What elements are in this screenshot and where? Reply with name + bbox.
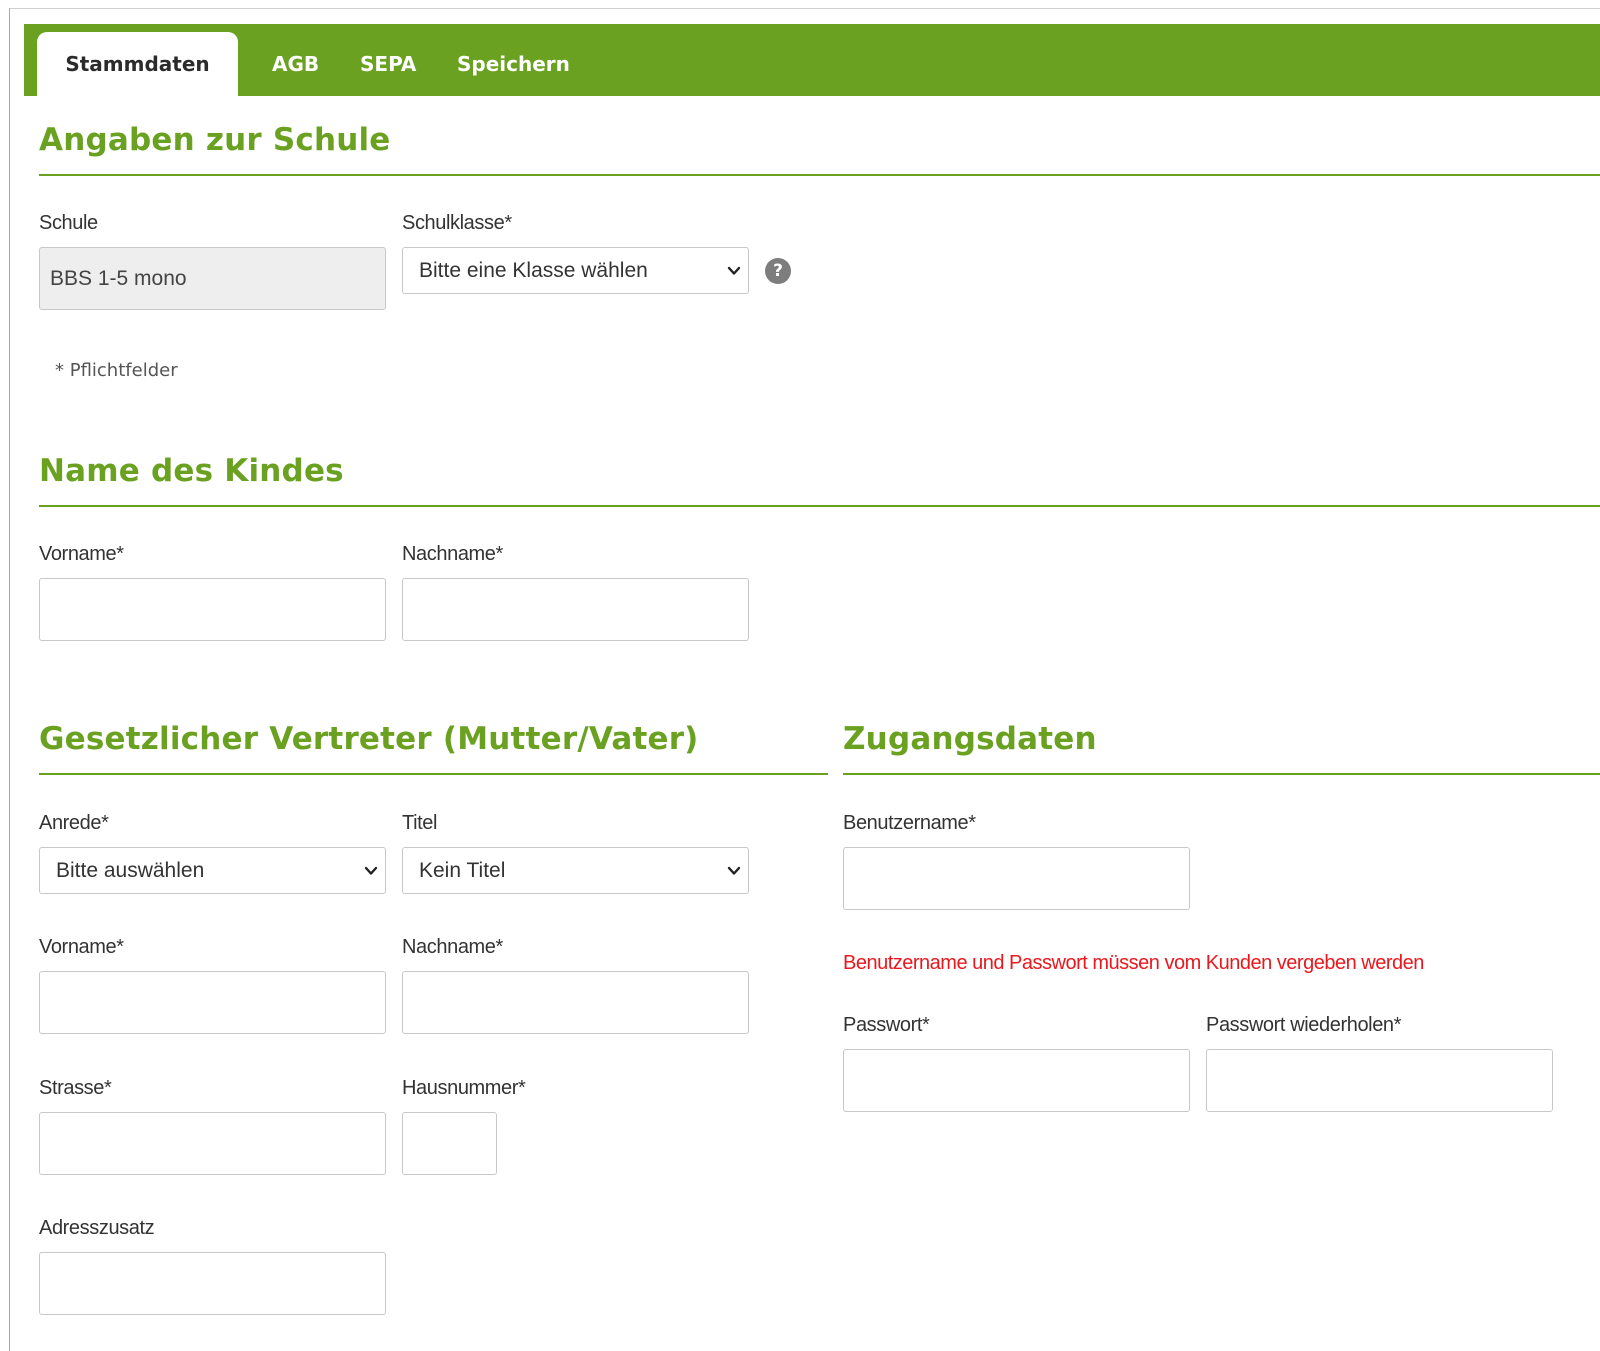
chevron-down-icon bbox=[727, 866, 741, 875]
benutzername-label: Benutzername* bbox=[843, 812, 976, 834]
strasse-input[interactable] bbox=[39, 1112, 386, 1175]
section-divider-schule bbox=[39, 174, 1600, 176]
section-title-zugang: Zugangsdaten bbox=[843, 721, 1097, 757]
tab-stammdaten[interactable]: Stammdaten bbox=[37, 32, 238, 96]
tab-agb[interactable]: AGB bbox=[272, 24, 319, 96]
chevron-down-icon bbox=[727, 266, 741, 275]
schulklasse-select[interactable]: Bitte eine Klasse wählen bbox=[402, 247, 749, 294]
anrede-label: Anrede* bbox=[39, 812, 109, 834]
tab-bar: Stammdaten AGB SEPA Speichern bbox=[24, 24, 1600, 96]
anrede-select[interactable]: Bitte auswählen bbox=[39, 847, 386, 894]
section-divider-zugang bbox=[843, 773, 1600, 775]
section-divider-vertreter bbox=[39, 773, 828, 775]
schulklasse-label: Schulklasse* bbox=[402, 212, 512, 234]
required-fields-note: * Pflichtfelder bbox=[55, 360, 178, 381]
titel-label: Titel bbox=[402, 812, 438, 834]
schule-value: BBS 1-5 mono bbox=[50, 267, 187, 290]
kind-nachname-input[interactable] bbox=[402, 578, 749, 641]
vertreter-nachname-input[interactable] bbox=[402, 971, 749, 1034]
hausnummer-input[interactable] bbox=[402, 1112, 497, 1175]
vertreter-nachname-label: Nachname* bbox=[402, 936, 503, 958]
kind-vorname-label: Vorname* bbox=[39, 543, 124, 565]
section-divider-kind bbox=[39, 505, 1600, 507]
section-title-kind: Name des Kindes bbox=[39, 453, 344, 489]
titel-select[interactable]: Kein Titel bbox=[402, 847, 749, 894]
adresszusatz-label: Adresszusatz bbox=[39, 1217, 155, 1239]
credentials-warning: Benutzername und Passwort müssen vom Kun… bbox=[843, 952, 1424, 974]
chevron-down-icon bbox=[364, 866, 378, 875]
schule-label: Schule bbox=[39, 212, 98, 234]
tab-speichern[interactable]: Speichern bbox=[457, 24, 570, 96]
passwort-input[interactable] bbox=[843, 1049, 1190, 1112]
vertreter-vorname-label: Vorname* bbox=[39, 936, 124, 958]
schule-field: BBS 1-5 mono bbox=[39, 247, 386, 310]
section-title-schule: Angaben zur Schule bbox=[39, 122, 391, 158]
kind-nachname-label: Nachname* bbox=[402, 543, 503, 565]
benutzername-input[interactable] bbox=[843, 847, 1190, 910]
section-title-vertreter: Gesetzlicher Vertreter (Mutter/Vater) bbox=[39, 721, 699, 757]
tab-sepa[interactable]: SEPA bbox=[360, 24, 416, 96]
titel-selected-value: Kein Titel bbox=[419, 859, 506, 882]
vertreter-vorname-input[interactable] bbox=[39, 971, 386, 1034]
passwort-label: Passwort* bbox=[843, 1014, 930, 1036]
strasse-label: Strasse* bbox=[39, 1077, 112, 1099]
hausnummer-label: Hausnummer* bbox=[402, 1077, 526, 1099]
adresszusatz-input[interactable] bbox=[39, 1252, 386, 1315]
kind-vorname-input[interactable] bbox=[39, 578, 386, 641]
passwort-repeat-label: Passwort wiederholen* bbox=[1206, 1014, 1402, 1036]
help-icon[interactable]: ? bbox=[765, 258, 791, 284]
passwort-repeat-input[interactable] bbox=[1206, 1049, 1553, 1112]
anrede-selected-value: Bitte auswählen bbox=[56, 859, 205, 882]
schulklasse-selected-value: Bitte eine Klasse wählen bbox=[419, 259, 648, 282]
